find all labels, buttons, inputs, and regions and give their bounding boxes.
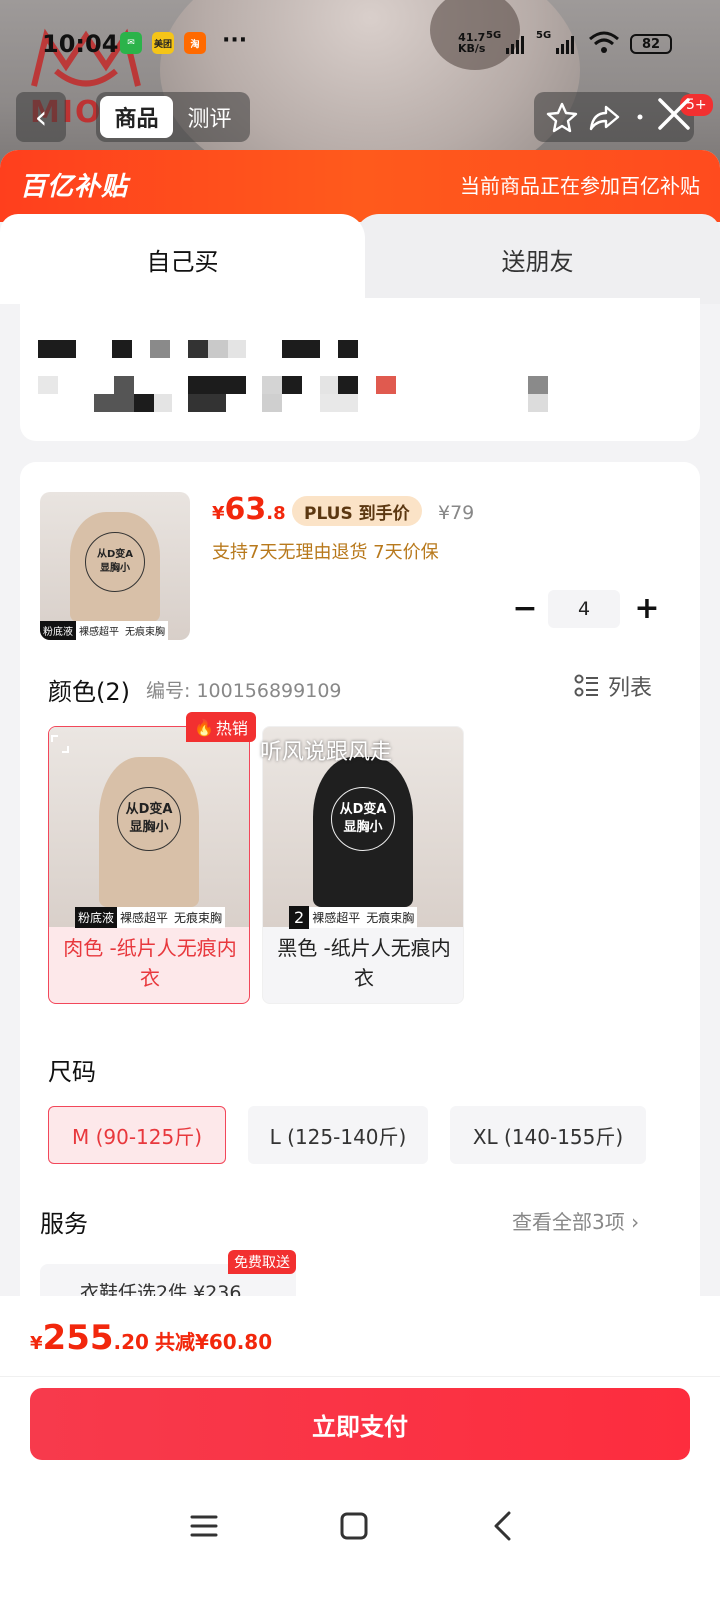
expand-icon[interactable] <box>50 734 70 754</box>
signal-1-label: 5G <box>486 30 502 41</box>
status-bar: 10:04 ✉ 美团 淘 ··· 41.7 KB/s 5G 5G 82 <box>0 24 720 64</box>
tab-self-buy[interactable]: 自己买 <box>0 214 365 304</box>
free-pickup-badge: 免费取送 <box>228 1250 296 1274</box>
net-speed-unit: KB/s <box>458 42 486 55</box>
option-circle-text: 从D变A 显胸小 <box>117 787 181 851</box>
signal-2-label: 5G <box>536 30 552 41</box>
quantity-input[interactable]: 4 <box>548 590 620 628</box>
net-speed: 41.7 KB/s <box>458 32 485 54</box>
quantity-decrease-button[interactable]: − <box>510 592 540 628</box>
divider <box>0 1376 720 1377</box>
product-thumbnail[interactable]: 从D变A 显胸小 粉底液 裸感超平 无痕束胸 <box>40 492 190 640</box>
option-tag-1: 粉底液 <box>75 906 118 928</box>
signal-1-icon <box>506 36 524 54</box>
meituan-icon: 美团 <box>152 32 174 54</box>
service-view-all-link[interactable]: 查看全部3项 › <box>512 1206 639 1235</box>
checkout-footer: ¥255.20 共减¥60.80 立即支付 <box>0 1296 720 1600</box>
original-price: ¥79 <box>438 502 475 524</box>
total-symbol: ¥ <box>30 1333 43 1354</box>
subsidy-logo: 百亿补贴 <box>20 172 129 202</box>
thumb-tag-2: 裸感超平 <box>76 620 122 640</box>
service-section-title: 服务 <box>40 1210 88 1238</box>
option-tag-2: 裸感超平 <box>117 906 172 928</box>
address-card[interactable] <box>20 298 700 441</box>
back-button[interactable]: ‹ <box>16 92 66 142</box>
circle-line-1: 从D变A <box>339 802 387 817</box>
color-section-title: 颜色(2) <box>48 678 130 706</box>
size-option-l[interactable]: L (125-140斤) <box>248 1106 428 1164</box>
watermark-text: 听风说跟风走 <box>260 740 393 765</box>
option-circle-text: 从D变A 显胸小 <box>331 787 395 851</box>
share-icon[interactable] <box>588 101 620 133</box>
product-price: ¥63.8 <box>212 492 286 527</box>
option-tags: 2 裸感超平 无痕束胸 <box>263 905 463 929</box>
back-nav-icon[interactable] <box>484 1506 524 1546</box>
color-option-image: 从D变A 显胸小 粉底液 裸感超平 无痕束胸 <box>49 727 249 928</box>
list-view-button[interactable]: 列表 <box>574 670 652 702</box>
circle-line-1: 从D变A <box>96 549 134 560</box>
tab-review[interactable]: 测评 <box>173 96 246 138</box>
color-option-skin[interactable]: 从D变A 显胸小 粉底液 裸感超平 无痕束胸 肉色 -纸片人无痕内衣 <box>48 726 250 1004</box>
circle-line-2: 显胸小 <box>343 820 383 835</box>
price-integer: 63 <box>224 492 267 527</box>
status-time: 10:04 <box>42 30 119 58</box>
option-tag-1: 2 <box>289 905 310 929</box>
support-text: 支持7天无理由退货 7天价保 <box>212 542 439 563</box>
battery-icon: 82 <box>630 34 672 54</box>
thumbnail-tags: 粉底液 裸感超平 无痕束胸 <box>40 620 190 640</box>
buy-mode-tabs: 送朋友 自己买 <box>0 214 720 304</box>
list-icon <box>574 674 598 697</box>
signal-2-icon <box>556 36 574 54</box>
tab-goods[interactable]: 商品 <box>100 96 173 138</box>
plus-price-badge: PLUS 到手价 <box>292 496 422 526</box>
system-nav-bar <box>0 1496 720 1556</box>
hot-sale-badge: 🔥 热销 <box>186 712 256 742</box>
chevron-left-icon: ‹ <box>34 98 48 136</box>
product-code: 编号: 100156899109 <box>146 680 342 702</box>
subsidy-banner: 百亿补贴 当前商品正在参加百亿补贴 <box>0 150 720 222</box>
product-circle-text: 从D变A 显胸小 <box>85 532 145 592</box>
tab-gift[interactable]: 送朋友 <box>355 214 720 304</box>
hot-sale-label: 热销 <box>215 719 248 738</box>
thumb-tag-3: 无痕束胸 <box>122 620 168 640</box>
color-option-label: 肉色 -纸片人无痕内衣 <box>63 936 237 990</box>
subsidy-text: 当前商品正在参加百亿补贴 <box>460 174 700 198</box>
top-nav: ‹ 商品 测评 5+ <box>0 92 720 146</box>
option-tag-3: 无痕束胸 <box>363 906 418 928</box>
wechat-icon: ✉ <box>120 32 142 54</box>
price-symbol: ¥ <box>212 503 225 524</box>
more-notifications-icon: ··· <box>222 28 248 53</box>
size-option-xl[interactable]: XL (140-155斤) <box>450 1106 646 1164</box>
circle-line-1: 从D变A <box>125 802 173 817</box>
size-section-title: 尺码 <box>48 1058 96 1086</box>
list-view-label: 列表 <box>608 676 653 701</box>
close-icon[interactable] <box>652 92 696 136</box>
total-decimal: .20 <box>113 1330 149 1354</box>
option-tag-3: 无痕束胸 <box>171 906 226 928</box>
circle-line-2: 显胸小 <box>100 563 130 574</box>
quantity-stepper: − 4 + <box>510 590 670 630</box>
fire-icon: 🔥 <box>194 717 214 737</box>
quantity-increase-button[interactable]: + <box>632 592 662 628</box>
taobao-icon: 淘 <box>184 32 206 54</box>
option-tags: 粉底液 裸感超平 无痕束胸 <box>49 906 249 928</box>
wifi-icon <box>589 31 619 53</box>
menu-icon[interactable] <box>184 1506 224 1546</box>
home-icon[interactable] <box>334 1506 374 1546</box>
product-tabs: 商品 测评 <box>96 92 250 142</box>
discount-total: 共减¥60.80 <box>154 1330 273 1354</box>
price-decimal: .8 <box>266 503 286 524</box>
color-option-black[interactable]: 从D变A 显胸小 2 裸感超平 无痕束胸 黑色 -纸片人无痕内衣 <box>262 726 464 1004</box>
pay-now-button[interactable]: 立即支付 <box>30 1388 690 1460</box>
total-price: ¥255.20 共减¥60.80 <box>30 1318 272 1358</box>
option-tag-2: 裸感超平 <box>309 906 364 928</box>
color-option-label: 黑色 -纸片人无痕内衣 <box>277 936 451 990</box>
total-integer: 255 <box>42 1318 114 1358</box>
size-option-m[interactable]: M (90-125斤) <box>48 1106 226 1164</box>
circle-line-2: 显胸小 <box>129 820 169 835</box>
thumb-tag-1: 粉底液 <box>40 620 76 640</box>
star-icon[interactable] <box>546 101 578 133</box>
